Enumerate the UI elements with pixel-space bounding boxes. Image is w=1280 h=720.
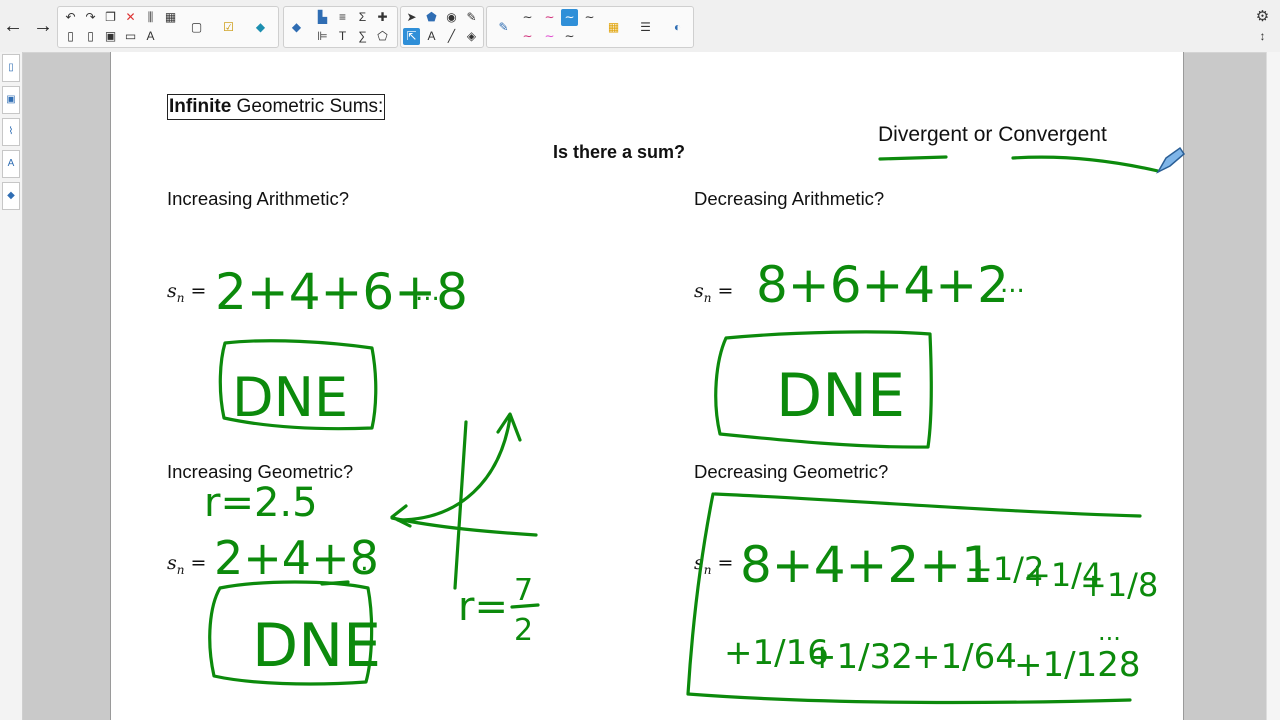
align-icon[interactable]: ⊫ xyxy=(314,28,331,45)
pen-tool-icon[interactable]: ✎ xyxy=(495,19,512,36)
section-decreasing-arithmetic: Decreasing Arithmetic? xyxy=(694,188,885,209)
pen-toolbar-group: ✎ ∼ ∼ ∼ ∼ ∼ ∼ ∼ ▦ ☰ ◐ xyxy=(486,6,694,48)
pen-black-icon[interactable]: ∼ xyxy=(519,9,536,26)
question-heading: Is there a sum? xyxy=(553,142,686,162)
sigma-x-icon[interactable]: ∑ xyxy=(354,28,371,45)
sigma-icon[interactable]: Σ xyxy=(354,9,371,26)
toolbar: ← → ↶ ↷ ❐ ✕ ⫼ ▦ ▯ ▯ ▣ ▭ A ▢ ☑ ◆ ◆ ▙ ≡ Σ … xyxy=(0,0,1280,53)
edit-toolbar-group: ↶ ↷ ❐ ✕ ⫼ ▦ ▯ ▯ ▣ ▭ A ▢ ☑ ◆ xyxy=(57,6,279,48)
forward-arrow-icon[interactable]: → xyxy=(32,14,54,38)
attachments-icon[interactable]: ⌇ xyxy=(2,118,20,146)
pen-icon[interactable]: ✎ xyxy=(463,9,480,26)
right-toolbar: ⚙ ↕ xyxy=(1246,0,1280,52)
equals-icon[interactable]: ≡ xyxy=(334,9,351,26)
vertical-scrollbar[interactable] xyxy=(1266,52,1280,720)
fill-icon[interactable]: ◉ xyxy=(443,9,460,26)
select-toolbar-group: ➤ ⬟ ◉ ✎ ⇱ A ╱ ◈ xyxy=(400,6,484,48)
line-icon[interactable]: ╱ xyxy=(443,28,460,45)
pen-purple-icon[interactable]: ∼ xyxy=(541,28,558,45)
plus-icon[interactable]: ✚ xyxy=(374,9,391,26)
section-decreasing-geometric: Decreasing Geometric? xyxy=(694,461,889,482)
copy-icon[interactable]: ❐ xyxy=(102,9,119,26)
sn-label-3: sn = xyxy=(167,552,207,577)
split-icon[interactable]: ⫼ xyxy=(142,9,159,26)
math-toolbar-group: ◆ ▙ ≡ Σ ✚ ⊫ T ∑ ⬠ xyxy=(283,6,398,48)
expand-icon[interactable]: ↕ xyxy=(1254,28,1271,45)
save-icon[interactable]: ▣ xyxy=(102,28,119,45)
pen-pink-icon[interactable]: ∼ xyxy=(519,28,536,45)
shape-icon[interactable]: ◆ xyxy=(288,19,305,36)
settings-gear-icon[interactable]: ⚙ xyxy=(1254,8,1271,25)
globe-icon[interactable]: ◐ xyxy=(669,19,686,36)
select-arrow-icon[interactable]: ➤ xyxy=(403,9,420,26)
pentagon-icon[interactable]: ⬠ xyxy=(374,28,391,45)
section-increasing-arithmetic: Increasing Arithmetic? xyxy=(167,188,350,209)
section-increasing-geometric: Increasing Geometric? xyxy=(167,461,354,482)
table-icon[interactable]: ▦ xyxy=(162,9,179,26)
title-bold: Infinite xyxy=(169,96,232,117)
cat-icon[interactable]: ◆ xyxy=(252,19,269,36)
screen-icon[interactable]: ▭ xyxy=(122,28,139,45)
addons-icon[interactable]: ◆ xyxy=(2,182,20,210)
back-arrow-icon[interactable]: ← xyxy=(2,14,24,38)
whiteboard-page[interactable]: Infinite Geometric Sums: Is there a sum?… xyxy=(110,52,1184,720)
page-icon[interactable]: ▯ xyxy=(82,28,99,45)
eraser-icon[interactable]: ◈ xyxy=(463,28,480,45)
text-icon[interactable]: A xyxy=(423,28,440,45)
pen-magenta-icon[interactable]: ∼ xyxy=(541,9,558,26)
sn-label-2: sn = xyxy=(694,280,734,305)
gallery-icon[interactable]: ▣ xyxy=(2,86,20,114)
title-rest: Geometric Sums: xyxy=(231,96,384,117)
line-width-icon[interactable]: ☰ xyxy=(637,19,654,36)
color-palette-icon[interactable]: ▦ xyxy=(605,19,622,36)
chart-icon[interactable]: ▙ xyxy=(314,9,331,26)
text-tool-icon[interactable]: A xyxy=(142,28,159,45)
classification-label: Divergent or Convergent xyxy=(878,123,1107,146)
page-sorter-icon[interactable]: ▯ xyxy=(2,54,20,82)
sn-label-4: sn = xyxy=(694,552,734,577)
checklist-icon[interactable]: ☑ xyxy=(220,19,237,36)
cursor-icon[interactable]: ⇱ xyxy=(403,28,420,45)
sn-label-1: sn = xyxy=(167,280,207,305)
shapes-icon[interactable]: ⬟ xyxy=(423,9,440,26)
display-icon[interactable]: ▢ xyxy=(188,19,205,36)
undo-icon[interactable]: ↶ xyxy=(62,9,79,26)
pen-dark-icon[interactable]: ∼ xyxy=(561,28,578,45)
pen-black2-icon[interactable]: ∼ xyxy=(581,9,598,26)
pen-green-icon[interactable]: ∼ xyxy=(561,9,578,26)
page-title: Infinite Geometric Sums: xyxy=(167,94,386,120)
left-sidebar: ▯ ▣ ⌇ A ◆ xyxy=(0,52,23,720)
text-format-icon[interactable]: T xyxy=(334,28,351,45)
delete-icon[interactable]: ✕ xyxy=(122,9,139,26)
properties-icon[interactable]: A xyxy=(2,150,20,178)
redo-icon[interactable]: ↷ xyxy=(82,9,99,26)
new-page-icon[interactable]: ▯ xyxy=(62,28,79,45)
